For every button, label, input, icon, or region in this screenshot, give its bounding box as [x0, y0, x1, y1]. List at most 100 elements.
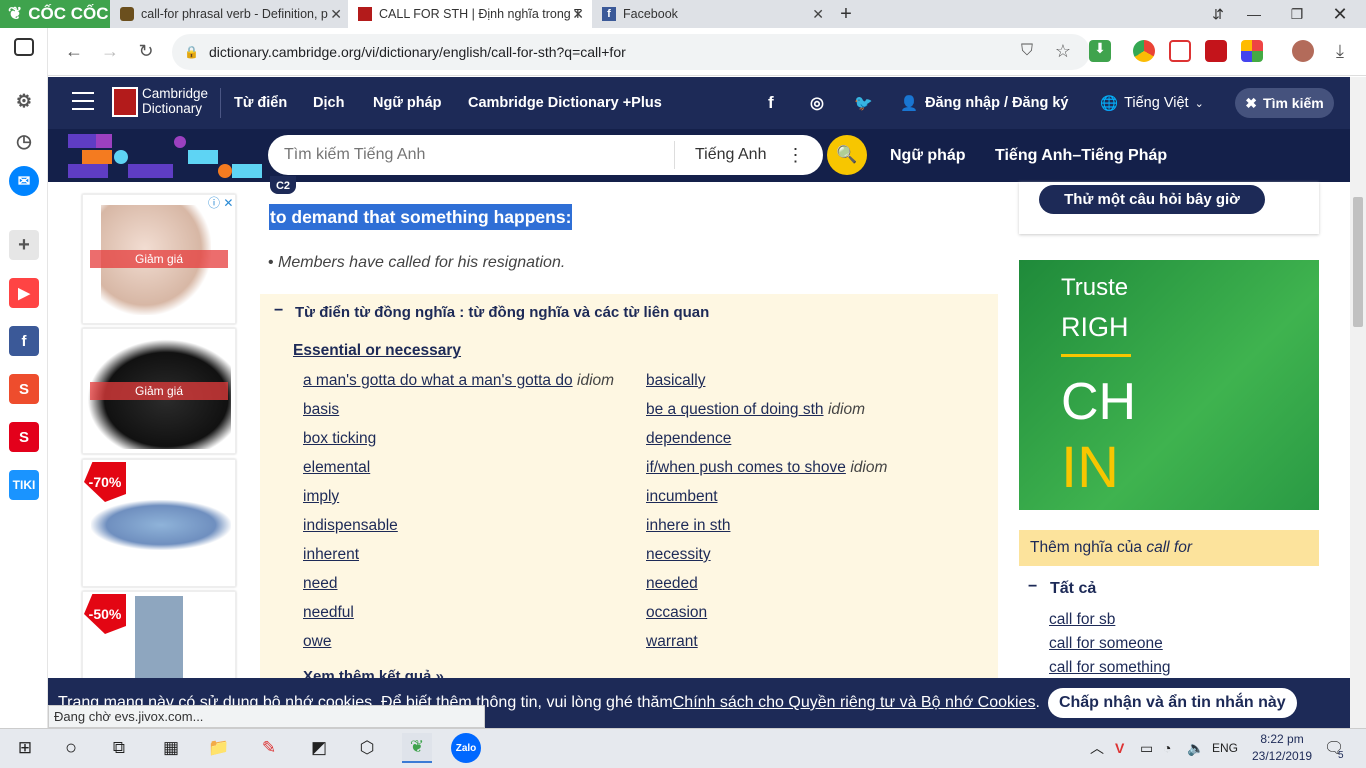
sidebar-panel-icon[interactable] [14, 38, 34, 56]
youtube-icon[interactable]: ▶ [9, 278, 39, 308]
back-button[interactable]: ← [59, 36, 89, 66]
synonym-header[interactable]: Từ điển từ đồng nghĩa : từ đồng nghĩa và… [295, 304, 709, 321]
bookmark-star-icon[interactable]: ☆ [1048, 36, 1078, 66]
login-link[interactable]: 👤 Đăng nhập / Đăng ký [900, 77, 1068, 129]
more-meaning-link[interactable]: call for sb [1049, 611, 1115, 629]
close-tab-icon[interactable]: ✕ [812, 6, 824, 23]
nav-dictionary[interactable]: Từ điển [234, 77, 287, 129]
sub-nav-en-fr[interactable]: Tiếng Anh–Tiếng Pháp [995, 129, 1167, 182]
synonym-link[interactable]: necessity [646, 546, 711, 563]
nav-grammar[interactable]: Ngữ pháp [373, 77, 442, 129]
tab-1[interactable]: call-for phrasal verb - Definition, p ✕ [110, 0, 350, 28]
synonym-link[interactable]: needful [303, 604, 354, 621]
paint-icon[interactable]: ✎ [254, 733, 284, 763]
shield-icon[interactable]: ⛉ [1012, 36, 1042, 66]
synonym-link[interactable]: basis [303, 401, 339, 418]
synonym-link[interactable]: need [303, 575, 337, 592]
search-button[interactable]: 🔍 [827, 135, 867, 175]
facebook-social-icon[interactable]: f [768, 77, 774, 129]
nav-translate[interactable]: Dịch [313, 77, 344, 129]
more-meaning-link[interactable]: call for someone [1049, 635, 1163, 653]
synonym-link[interactable]: incumbent [646, 488, 718, 505]
facebook-icon[interactable]: f [9, 326, 39, 356]
green-banner-ad[interactable]: Truste RIGH CH IN [1019, 260, 1319, 510]
synonym-link[interactable]: basically [646, 372, 705, 389]
synonym-link[interactable]: owe [303, 633, 331, 650]
messenger-icon[interactable]: ✉ [9, 166, 39, 196]
color-ext-icon[interactable] [1241, 40, 1263, 62]
twitter-icon[interactable]: 🐦 [854, 77, 873, 129]
input-language[interactable]: ENG [1212, 728, 1238, 768]
tab-2-active[interactable]: CALL FOR STH | Định nghĩa trong T ✕ [348, 0, 592, 28]
privacy-policy-link[interactable]: Chính sách cho Quyền riêng tư và Bộ nhớ … [673, 694, 1036, 712]
search-circle-icon[interactable]: ○ [56, 733, 86, 763]
tab-3[interactable]: f Facebook ✕ [592, 0, 832, 28]
close-window-button[interactable]: ✕ [1318, 0, 1362, 28]
windows-start-icon[interactable]: ⊞ [10, 733, 40, 763]
coccoc-logo[interactable]: ❦ CỐC CỐC [0, 0, 110, 28]
synonym-link[interactable]: be a question of doing sth [646, 401, 824, 418]
synonym-link[interactable]: imply [303, 488, 339, 505]
search-input[interactable] [284, 146, 664, 164]
address-bar[interactable]: 🔒 dictionary.cambridge.org/vi/dictionary… [172, 34, 1090, 70]
scroll-thumb[interactable] [1353, 197, 1363, 327]
notification-icon[interactable]: 🗨 [1324, 728, 1344, 768]
new-tab-button[interactable]: + [832, 0, 860, 28]
tray-chevron-icon[interactable]: ︿ [1090, 728, 1104, 768]
menu-hamburger-icon[interactable] [72, 92, 94, 110]
synonym-link[interactable]: inhere in sth [646, 517, 730, 534]
synonym-link[interactable]: warrant [646, 633, 698, 650]
volume-icon[interactable]: 🔈 [1187, 728, 1204, 768]
synonym-link[interactable]: indispensable [303, 517, 398, 534]
collapse-icon[interactable]: − [274, 302, 283, 320]
task-view-icon[interactable]: ⧉ [104, 733, 134, 763]
synonym-link[interactable]: inherent [303, 546, 359, 563]
app-icon[interactable]: ▦ [156, 733, 186, 763]
settings-gear-icon[interactable]: ⚙ [9, 86, 39, 116]
more-meaning-link[interactable]: call for something [1049, 659, 1170, 677]
page-scrollbar[interactable] [1350, 77, 1366, 728]
minimize-button[interactable]: — [1232, 0, 1276, 28]
ad-info-icon[interactable]: ⓘ ✕ [208, 194, 233, 211]
coccoc-taskbar-icon[interactable]: ❦ [402, 733, 432, 763]
red-ext-icon[interactable] [1205, 40, 1227, 62]
close-search-button[interactable]: ✖ Tìm kiếm [1235, 88, 1334, 118]
synonym-link[interactable]: elemental [303, 459, 370, 476]
download-ext-icon[interactable]: ⬇ [1089, 40, 1111, 62]
sendo-icon[interactable]: S [9, 422, 39, 452]
synonym-link[interactable]: needed [646, 575, 698, 592]
unikey-icon[interactable]: V [1115, 728, 1124, 768]
close-tab-icon[interactable]: ✕ [330, 6, 342, 23]
forward-button[interactable]: → [95, 36, 125, 66]
battery-icon[interactable]: ▭ [1140, 728, 1153, 768]
synonym-link[interactable]: box ticking [303, 430, 376, 447]
synonym-group[interactable]: Essential or necessary [293, 342, 461, 360]
download-icon[interactable]: ⤓ [1325, 36, 1355, 66]
close-tab-icon[interactable]: ✕ [572, 6, 584, 23]
sticky-notes-icon[interactable]: ◩ [304, 733, 334, 763]
site-logo[interactable]: Cambridge Dictionary [142, 86, 208, 116]
maximize-button[interactable]: ❐ [1275, 0, 1319, 28]
sub-nav-grammar[interactable]: Ngữ pháp [890, 129, 966, 182]
search-language[interactable]: Tiếng Anh [695, 146, 766, 164]
file-explorer-icon[interactable]: 📁 [204, 733, 234, 763]
wifi-icon[interactable]: ◔ [1163, 728, 1171, 768]
profile-avatar[interactable] [1292, 40, 1314, 62]
language-select[interactable]: 🌐 Tiếng Việt ⌄ [1100, 77, 1204, 129]
tiki-icon[interactable]: TIKI [9, 470, 39, 500]
more-vert-icon[interactable]: ⋮ [786, 145, 804, 166]
zalo-icon[interactable]: Zalo [451, 733, 481, 763]
history-icon[interactable]: ◷ [9, 126, 39, 156]
app-icon[interactable]: ⬡ [352, 733, 382, 763]
clock[interactable]: 8:22 pm 23/12/2019 [1252, 731, 1312, 765]
chrome-ext-icon[interactable] [1133, 40, 1155, 62]
all-label[interactable]: Tất cả [1050, 580, 1096, 598]
quiz-button[interactable]: Thử một câu hỏi bây giờ [1039, 185, 1265, 214]
synonym-link[interactable]: a man's gotta do what a man's gotta do [303, 372, 573, 389]
synonym-link[interactable]: occasion [646, 604, 707, 621]
collapse-all-icon[interactable]: − [1028, 578, 1037, 596]
shopee-icon[interactable]: S [9, 374, 39, 404]
instagram-icon[interactable]: ◎ [810, 77, 824, 129]
add-app-icon[interactable]: + [9, 230, 39, 260]
synonym-link[interactable]: dependence [646, 430, 731, 447]
